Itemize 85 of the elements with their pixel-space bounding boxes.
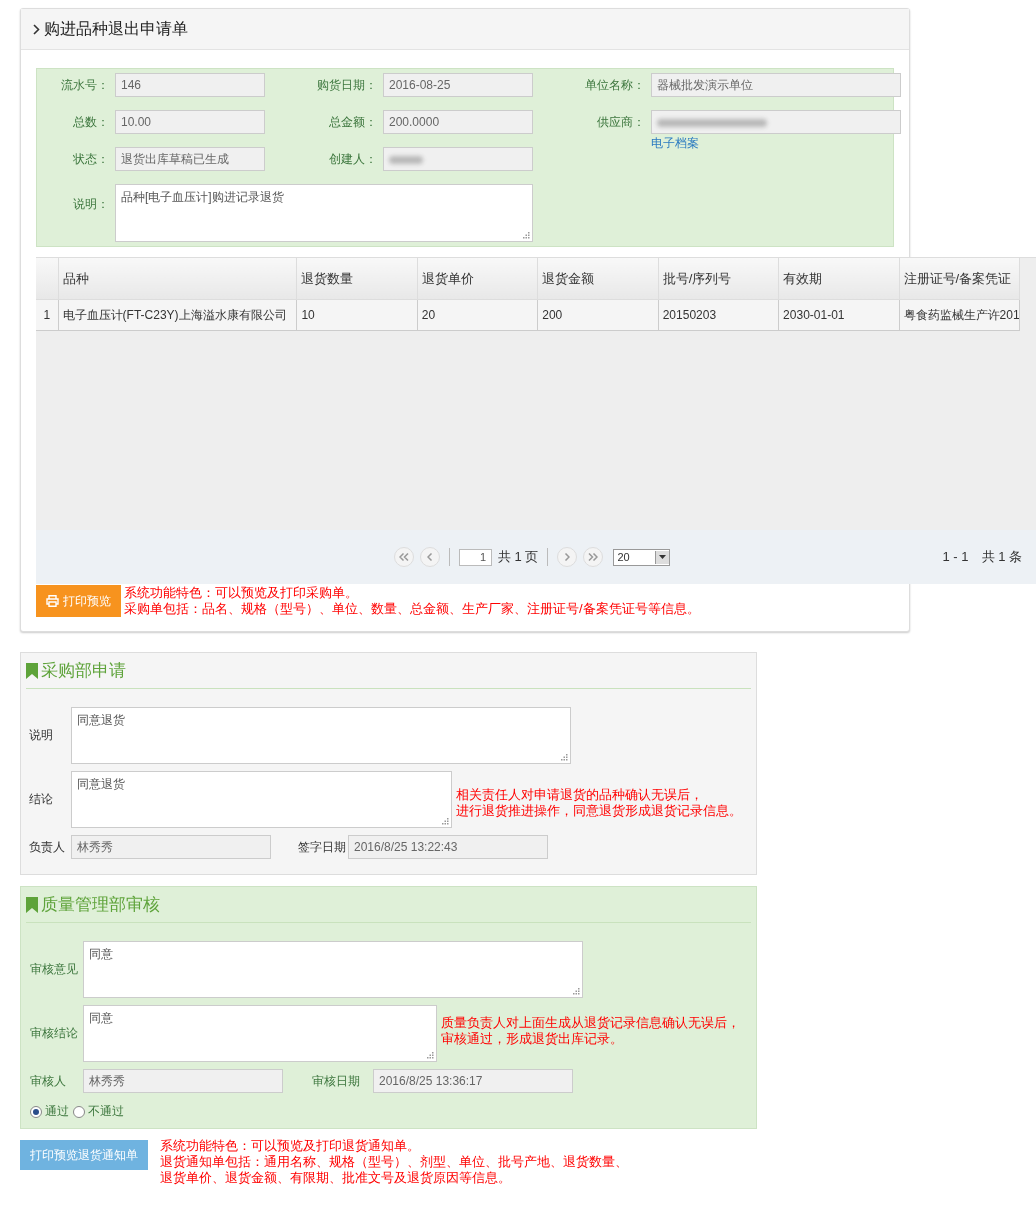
text-area[interactable]: 同意 bbox=[83, 1005, 437, 1062]
page-count: 共 1 页 bbox=[498, 548, 539, 566]
input-field[interactable]: 器械批发演示单位 bbox=[651, 73, 901, 97]
field-label: 单位名称： bbox=[584, 77, 645, 94]
first-page-icon[interactable] bbox=[394, 547, 414, 567]
bookmark-icon bbox=[26, 662, 38, 679]
page-size-select[interactable]: 20 bbox=[613, 548, 671, 566]
bookmark-icon bbox=[26, 896, 38, 913]
column-header[interactable]: 退货金额 bbox=[537, 258, 659, 300]
last-page-icon[interactable] bbox=[583, 547, 604, 567]
field-label: 流水号： bbox=[60, 77, 109, 94]
input-field[interactable] bbox=[383, 147, 533, 171]
annotation-text: 审核通过，形成退货出库记录。 bbox=[441, 1031, 623, 1046]
resize-grip-icon[interactable] bbox=[561, 754, 568, 761]
field-label: 总金额： bbox=[328, 114, 377, 131]
resize-grip-icon[interactable] bbox=[523, 232, 530, 239]
input-field[interactable]: 10.00 bbox=[115, 110, 265, 134]
field-label: 供应商： bbox=[596, 114, 645, 131]
field-label: 审核人 bbox=[29, 1072, 67, 1090]
record-summary: 1 - 1 共 1 条 bbox=[942, 548, 1022, 566]
field-label: 说明： bbox=[72, 196, 109, 213]
annotation-text: 退货通知单包括：通用名称、规格（型号）、剂型、单位、批号产地、退货数量、 bbox=[160, 1154, 628, 1170]
radio-button[interactable] bbox=[30, 1105, 42, 1118]
field-label: 签字日期 bbox=[297, 838, 347, 856]
input-field[interactable]: 退货出库草稿已生成 bbox=[115, 147, 265, 171]
field-label: 说明 bbox=[28, 727, 54, 744]
input-field[interactable]: 林秀秀 bbox=[71, 835, 271, 859]
text-area[interactable]: 同意 bbox=[83, 941, 583, 998]
page-input[interactable]: 1 bbox=[459, 548, 492, 566]
field-label: 总数： bbox=[72, 114, 109, 131]
annotation-text: 退货单价、退货金额、有限期、批准文号及退货原因等信息。 bbox=[160, 1170, 512, 1186]
field-label: 审核结论 bbox=[29, 1025, 79, 1042]
text-area[interactable]: 同意退货 bbox=[71, 707, 571, 764]
radio-label[interactable]: 通过 bbox=[45, 1103, 69, 1120]
table-cell: 电子血压计(FT-C23Y)上海溢水康有限公司 bbox=[58, 299, 297, 331]
table-cell: 2030-01-01 bbox=[778, 299, 900, 331]
radio-label[interactable]: 不通过 bbox=[88, 1103, 124, 1120]
caret-icon bbox=[659, 555, 667, 559]
column-header[interactable]: 退货数量 bbox=[296, 258, 418, 300]
input-field[interactable]: 2016/8/25 13:36:17 bbox=[373, 1069, 573, 1093]
blurred-text bbox=[389, 155, 423, 164]
field-label: 购货日期： bbox=[316, 77, 377, 94]
next-page-icon[interactable] bbox=[557, 547, 578, 567]
field-label: 结论 bbox=[28, 791, 54, 808]
text-area[interactable]: 品种[电子血压计]购进记录退货 bbox=[115, 184, 533, 242]
chevron-right-icon bbox=[33, 23, 40, 35]
resize-grip-icon[interactable] bbox=[427, 1052, 434, 1059]
radio-button[interactable] bbox=[73, 1105, 85, 1118]
column-header[interactable]: 注册证号/备案凭证 bbox=[899, 258, 1020, 300]
table-cell: 20 bbox=[417, 299, 538, 331]
annotation-text: 相关责任人对申请退货的品种确认无误后， bbox=[456, 787, 703, 802]
input-field[interactable] bbox=[651, 110, 901, 134]
resize-grip-icon[interactable] bbox=[573, 988, 580, 995]
annotation-text: 质量负责人对上面生成从退货记录信息确认无误后， bbox=[441, 1015, 740, 1030]
input-field[interactable]: 林秀秀 bbox=[83, 1069, 283, 1093]
field-label: 审核意见 bbox=[29, 961, 79, 978]
input-field[interactable]: 200.0000 bbox=[383, 110, 533, 134]
field-label: 创建人： bbox=[328, 151, 377, 168]
field-label: 审核日期 bbox=[311, 1072, 361, 1090]
column-header[interactable]: 退货单价 bbox=[417, 258, 538, 300]
annotation-text: 系统功能特色：可以预览及打印采购单。 bbox=[124, 585, 359, 601]
column-header[interactable]: 品种 bbox=[58, 258, 297, 300]
printer-icon bbox=[46, 595, 59, 607]
section-title-text: 质量管理部审核 bbox=[41, 894, 160, 916]
table-cell: 粤食药监械生产许201 bbox=[899, 299, 1020, 331]
table-cell: 20150203 bbox=[658, 299, 779, 331]
column-header[interactable]: 批号/序列号 bbox=[658, 258, 779, 300]
field-label: 状态： bbox=[72, 151, 109, 168]
annotation-text: 采购单包括：品名、规格（型号）、单位、数量、总金额、生产厂家、注册证号/备案凭证号等信息。 bbox=[124, 601, 700, 617]
annotation-text: 进行退货推进操作，同意退货形成退货记录信息。 bbox=[456, 803, 742, 818]
panel-title: 购进品种退出申请单 bbox=[44, 18, 188, 39]
previous-page-icon[interactable] bbox=[420, 547, 440, 567]
table-cell: 200 bbox=[537, 299, 659, 331]
input-field[interactable]: 146 bbox=[115, 73, 265, 97]
resize-grip-icon[interactable] bbox=[442, 818, 449, 825]
table-cell: 10 bbox=[296, 299, 418, 331]
section-title-text: 采购部申请 bbox=[41, 660, 126, 682]
text-area[interactable]: 同意退货 bbox=[71, 771, 452, 828]
input-field[interactable]: 2016/8/25 13:22:43 bbox=[348, 835, 548, 859]
column-header[interactable]: 有效期 bbox=[778, 258, 900, 300]
link[interactable]: 电子档案 bbox=[651, 136, 699, 150]
annotation-text: 系统功能特色：可以预览及打印退货通知单。 bbox=[160, 1138, 421, 1154]
field-label: 负责人 bbox=[28, 838, 66, 856]
input-field[interactable]: 2016-08-25 bbox=[383, 73, 533, 97]
row-number: 1 bbox=[36, 299, 59, 331]
